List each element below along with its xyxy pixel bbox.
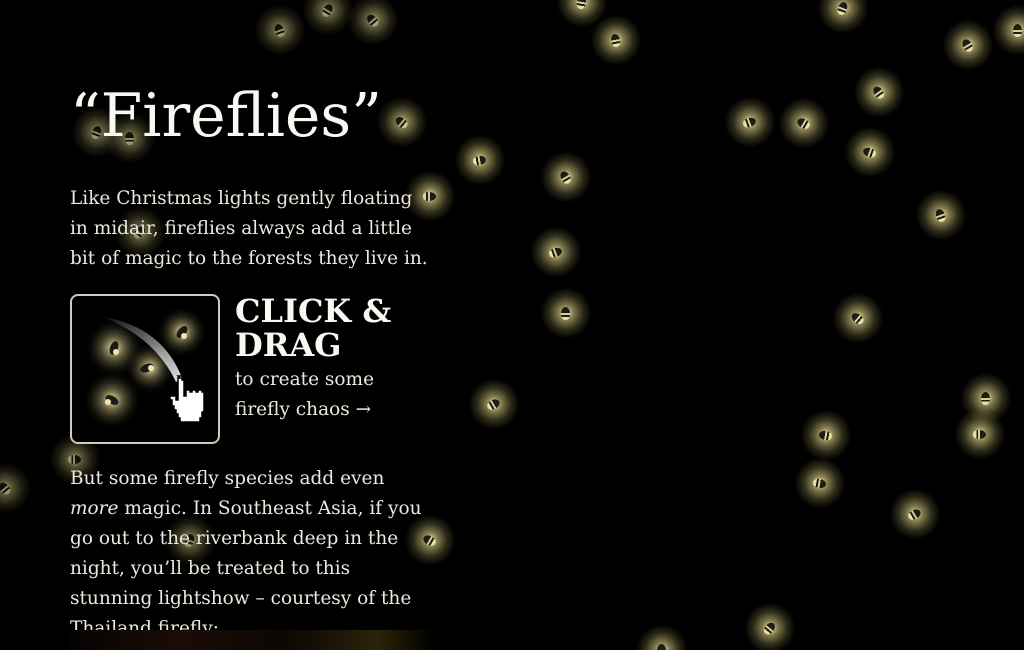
firefly xyxy=(943,20,993,70)
firefly-body xyxy=(812,477,827,490)
firefly-video-preview[interactable] xyxy=(70,630,430,650)
outro-emphasis: more xyxy=(70,498,119,519)
firefly-body xyxy=(906,507,923,522)
article-panel: “Fireflies” Like Christmas lights gently… xyxy=(0,0,432,650)
firefly xyxy=(916,190,966,240)
firefly-body xyxy=(960,37,975,54)
intro-paragraph: Like Christmas lights gently floating in… xyxy=(70,188,428,269)
firefly xyxy=(818,0,868,33)
firefly xyxy=(845,127,895,177)
firefly-body xyxy=(934,207,947,224)
thailand-firefly-paragraph: But some firefly species add even more m… xyxy=(70,464,430,644)
firefly-body xyxy=(795,116,812,131)
hand-pointer-icon xyxy=(169,375,205,423)
firefly-body xyxy=(871,84,886,101)
firefly-body xyxy=(1013,24,1022,37)
firefly xyxy=(795,458,845,508)
firefly xyxy=(725,97,775,147)
click-drag-heading: CLICK & DRAG xyxy=(235,292,392,364)
firefly-body xyxy=(861,146,878,159)
firefly-body xyxy=(761,620,778,637)
outro-text-end: magic. In Southeast Asia, if you go out … xyxy=(70,498,422,639)
page-title: “Fireflies” xyxy=(70,81,382,151)
firefly-body xyxy=(981,392,990,405)
firefly xyxy=(801,410,851,460)
firefly xyxy=(833,293,883,343)
firefly xyxy=(591,15,641,65)
firefly xyxy=(890,489,940,539)
firefly xyxy=(469,379,519,429)
outro-text-start: But some firefly species add even xyxy=(70,468,385,489)
firefly xyxy=(779,98,829,148)
firefly-body xyxy=(741,116,758,129)
firefly xyxy=(854,67,904,117)
firefly-body xyxy=(973,430,986,439)
firefly xyxy=(745,603,795,650)
firefly-body xyxy=(657,644,666,650)
firefly xyxy=(993,5,1024,55)
firefly xyxy=(955,409,1005,459)
firefly-body xyxy=(472,154,487,167)
firefly-body xyxy=(558,169,573,186)
firefly-body xyxy=(575,0,588,10)
firefly-body xyxy=(836,0,849,17)
firefly-body xyxy=(485,397,502,412)
firefly xyxy=(455,135,505,185)
firefly xyxy=(541,152,591,202)
firefly-body xyxy=(547,246,564,259)
firefly-body xyxy=(609,33,622,48)
firefly-body xyxy=(561,307,570,320)
firefly-body xyxy=(818,429,833,442)
click-drag-demo xyxy=(70,294,220,444)
click-drag-subtext: to create some firefly chaos → xyxy=(235,369,375,420)
firefly xyxy=(531,227,581,277)
firefly xyxy=(637,625,687,650)
firefly xyxy=(541,288,591,338)
firefly-body xyxy=(849,310,866,327)
click-drag-illustration xyxy=(82,306,208,430)
